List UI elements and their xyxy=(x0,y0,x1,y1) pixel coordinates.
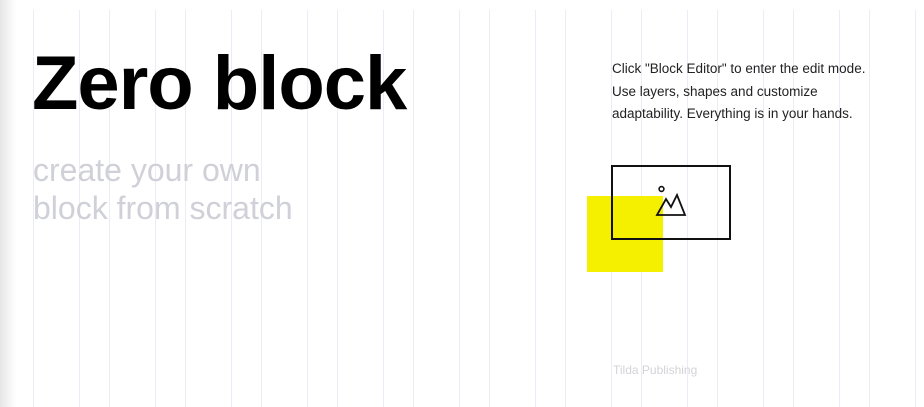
footer-brand: Tilda Publishing xyxy=(613,363,698,377)
block-description: Click "Block Editor" to enter the edit m… xyxy=(612,58,912,126)
zero-block-canvas: Zero block create your own block from sc… xyxy=(0,0,924,407)
grid-line xyxy=(535,10,536,407)
description-line: Click "Block Editor" to enter the edit m… xyxy=(612,61,866,76)
grid-line xyxy=(565,10,566,407)
grid-line xyxy=(413,10,414,407)
subtitle-line: block from scratch xyxy=(33,190,293,226)
image-placeholder-icon xyxy=(655,185,687,216)
description-line: adaptability. Everything is in your hand… xyxy=(612,106,853,121)
block-title: Zero block xyxy=(32,41,407,126)
grid-line xyxy=(915,10,916,407)
block-subtitle: create your own block from scratch xyxy=(33,151,293,227)
description-line: Use layers, shapes and customize xyxy=(612,83,818,99)
grid-line xyxy=(489,10,490,407)
grid-line xyxy=(459,10,460,407)
subtitle-line: create your own xyxy=(33,152,261,188)
